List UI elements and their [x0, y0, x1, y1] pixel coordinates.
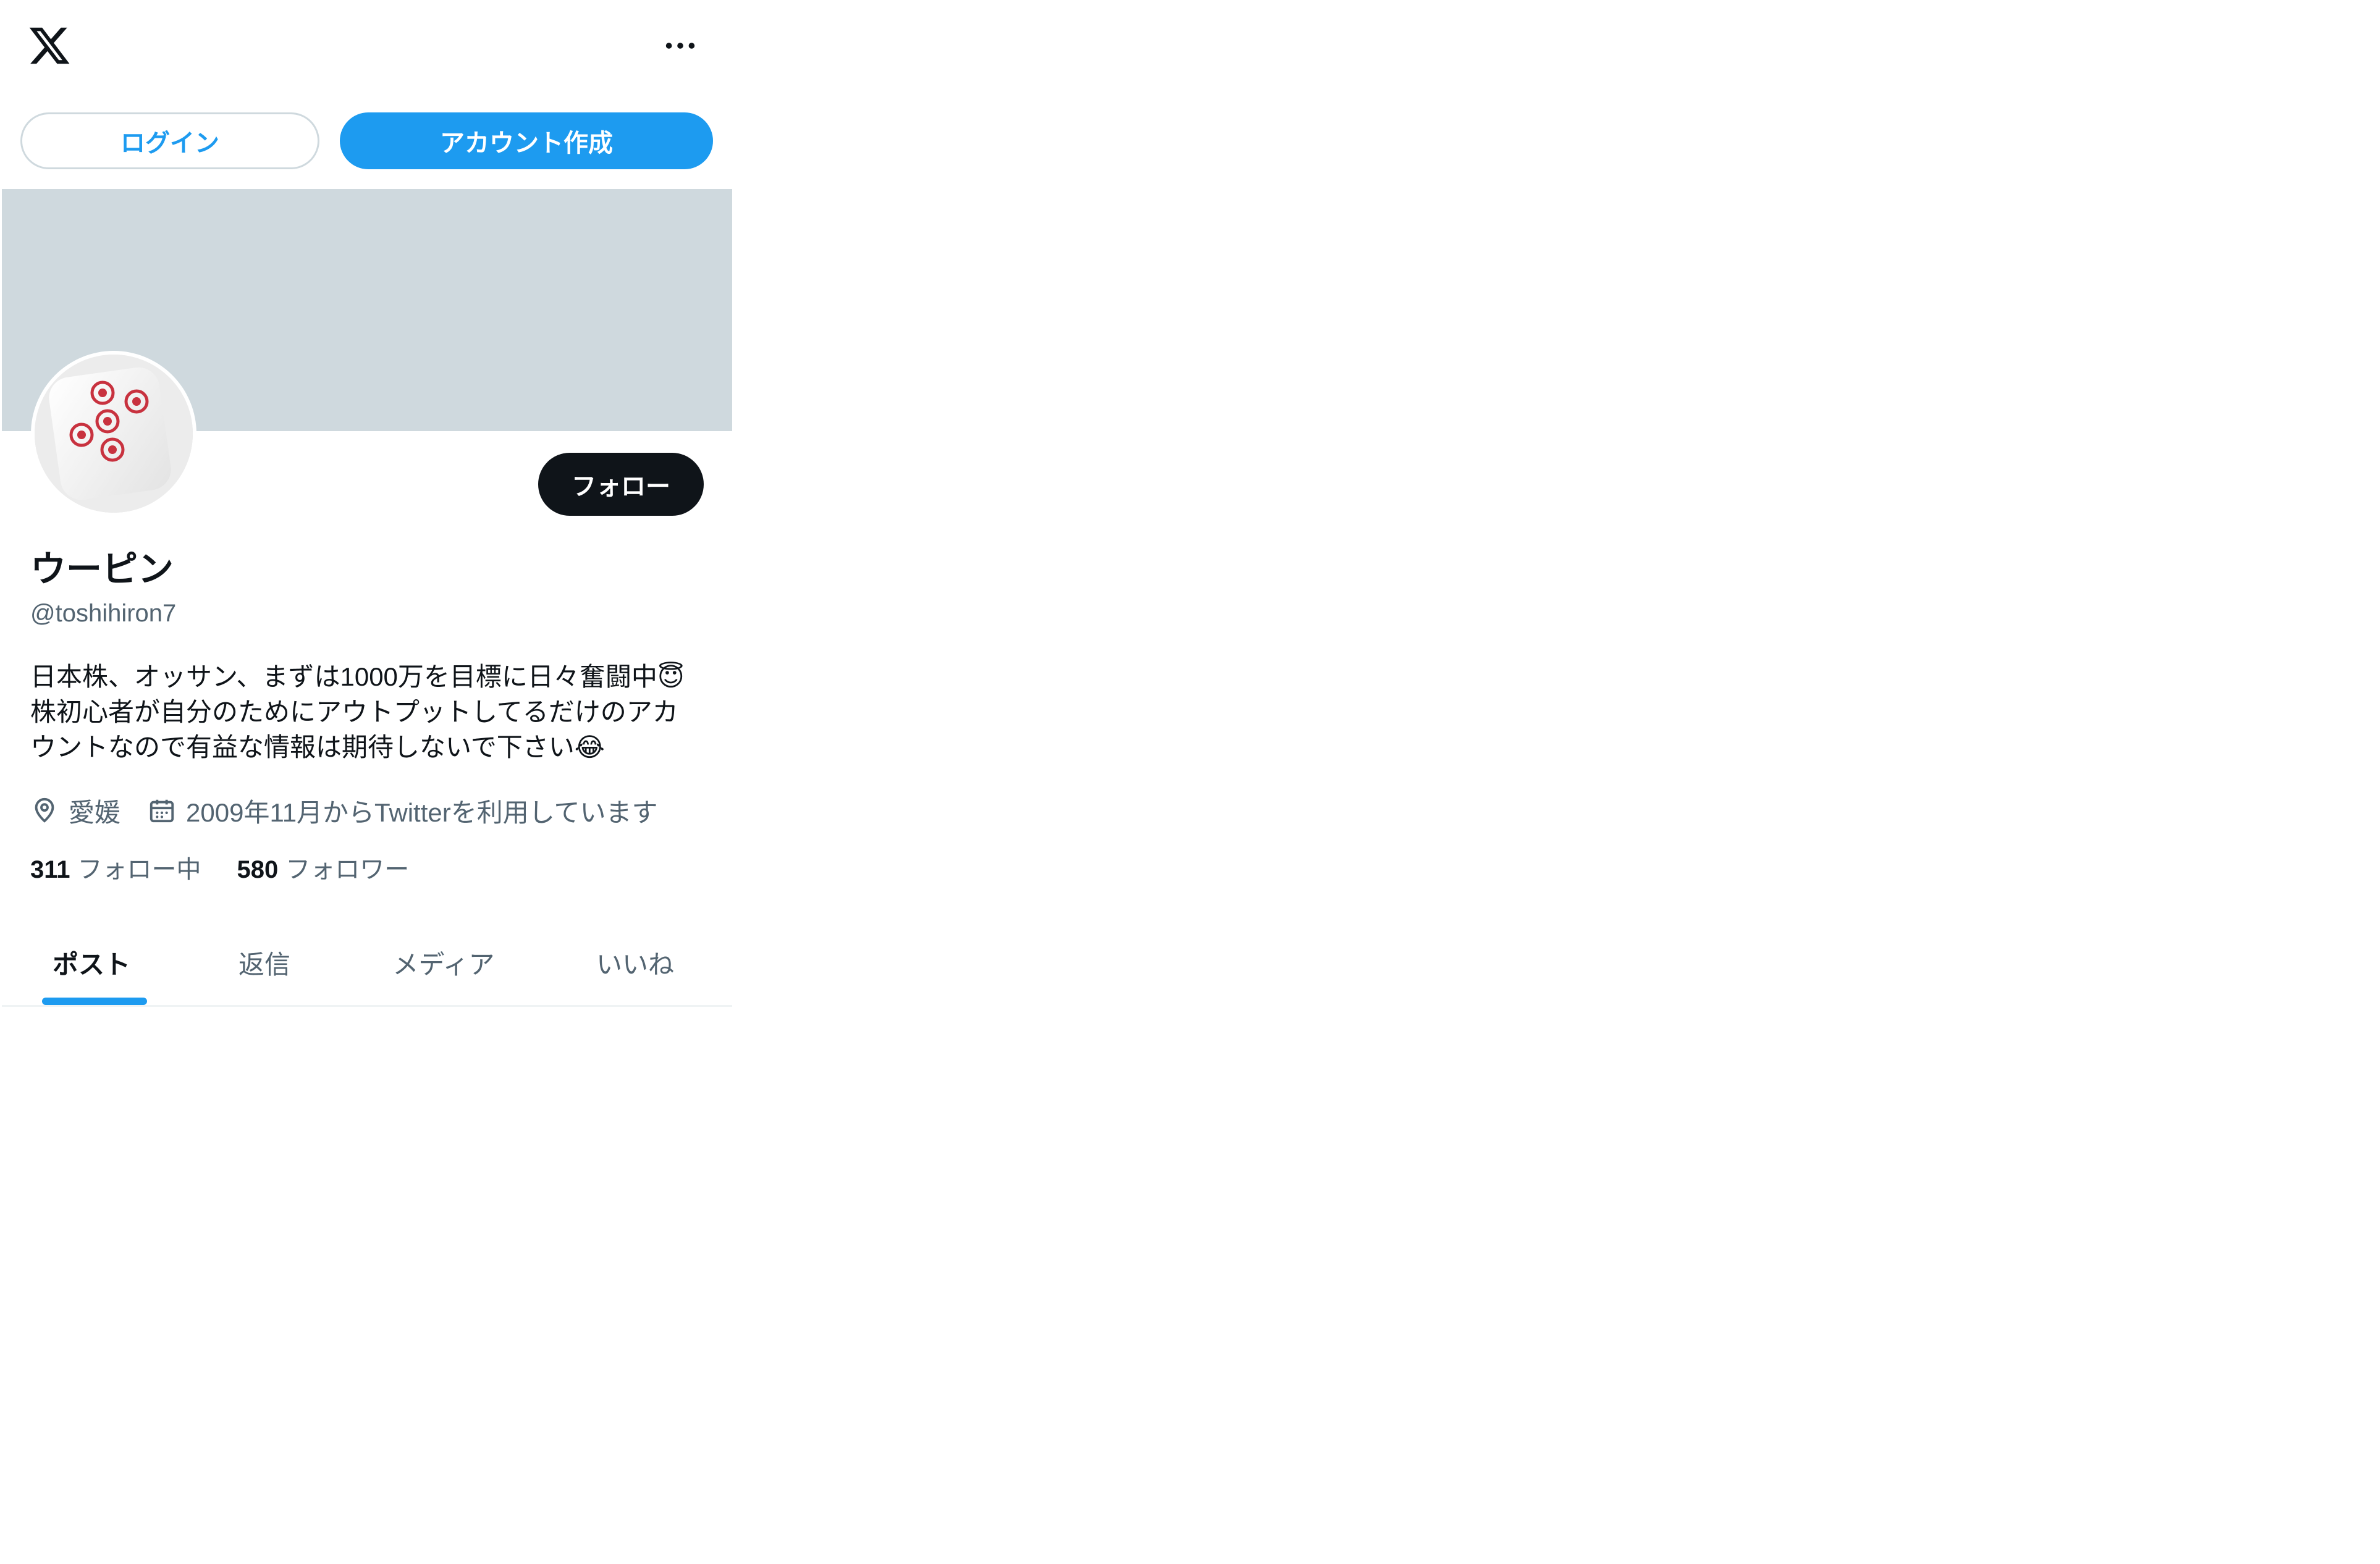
active-tab-indicator — [42, 998, 147, 1005]
follow-button[interactable]: フォロー — [538, 453, 704, 516]
more-options-button[interactable] — [659, 27, 702, 64]
following-link[interactable]: 311 フォロー中 — [30, 849, 201, 885]
follow-counts: 311 フォロー中 580 フォロワー — [30, 849, 409, 885]
calendar-icon — [150, 799, 174, 823]
more-horizontal-icon — [665, 43, 695, 49]
bio-line: ウントなので有益な情報は期待しないで下さい😂 — [30, 733, 605, 762]
location-pin-icon — [35, 797, 54, 823]
location-item: 愛媛 — [30, 792, 120, 830]
tab-label: ポスト — [52, 950, 130, 979]
following-label: フォロー中 — [77, 856, 201, 883]
profile-meta: 愛媛 2009年11月からTwitterを利用しています — [30, 794, 657, 827]
bio-line: 株初心者が自分のためにアウトプットしてるだけのアカ — [30, 697, 678, 726]
followers-link[interactable]: 580 フォロワー — [237, 849, 410, 885]
followers-count: 580 — [237, 856, 279, 883]
tab-posts[interactable]: ポスト — [2, 920, 181, 1005]
tab-likes[interactable]: いいね — [539, 920, 731, 1005]
following-count: 311 — [30, 856, 70, 883]
tab-media[interactable]: メディア — [348, 920, 539, 1005]
profile-page: ログイン アカウント作成 フォロー ウーピン @toshihiron7 日本株、… — [0, 0, 732, 1007]
user-handle: @toshihiron7 — [30, 600, 177, 627]
followers-label: フォロワー — [285, 856, 410, 883]
joined-text: 2009年11月からTwitterを利用しています — [186, 797, 658, 827]
joined-item: 2009年11月からTwitterを利用しています — [148, 792, 657, 830]
avatar[interactable] — [31, 351, 196, 516]
profile-bio: 日本株、オッサン、まずは1000万を目標に日々奮闘中😇 株初心者が自分のためにア… — [30, 659, 716, 765]
profile-tabs: ポスト 返信 メディア いいね — [2, 920, 732, 1007]
mahjong-tile-image — [35, 355, 193, 513]
tab-replies[interactable]: 返信 — [181, 920, 348, 1005]
create-account-button[interactable]: アカウント作成 — [340, 112, 713, 169]
display-name: ウーピン — [30, 549, 174, 589]
tab-label: 返信 — [238, 950, 290, 979]
tab-label: いいね — [596, 950, 674, 979]
bio-line: 日本株、オッサン、まずは1000万を目標に日々奮闘中😇 — [30, 662, 685, 691]
location-text: 愛媛 — [69, 797, 121, 827]
login-button[interactable]: ログイン — [20, 112, 319, 169]
tab-label: メディア — [392, 950, 495, 979]
x-logo-icon[interactable] — [27, 23, 72, 68]
